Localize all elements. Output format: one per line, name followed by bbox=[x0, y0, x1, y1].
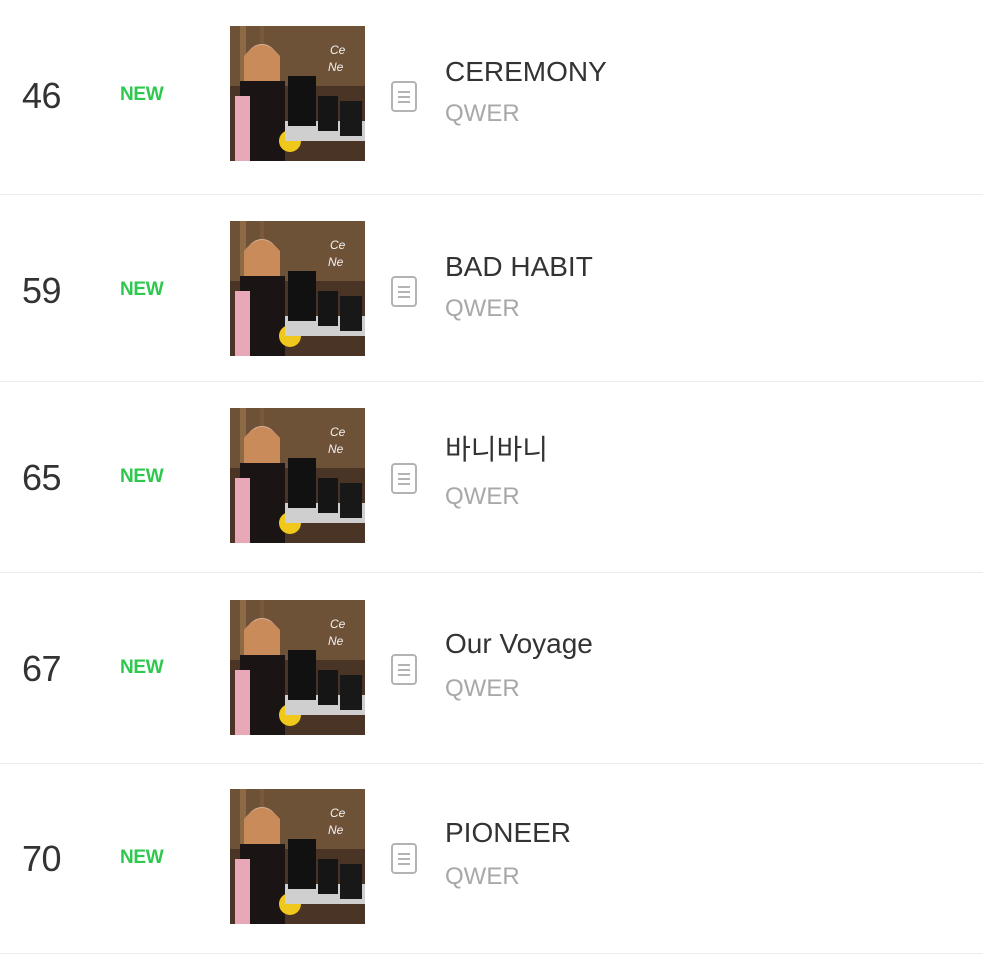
artist-name[interactable]: QWER bbox=[445, 675, 520, 703]
rank-number: 59 bbox=[22, 270, 62, 311]
chart-list: 46 NEW Ce Ne CEREMONY QWER 59 NEW Ce Ne … bbox=[0, 0, 983, 957]
artist-name[interactable]: QWER bbox=[445, 295, 520, 323]
song-title[interactable]: 바니바니 bbox=[445, 434, 548, 466]
artist-name[interactable]: QWER bbox=[445, 483, 520, 511]
new-badge: NEW bbox=[120, 466, 164, 487]
artist-name[interactable]: QWER bbox=[445, 100, 520, 128]
lyrics-info-icon[interactable] bbox=[391, 654, 417, 685]
song-title[interactable]: PIONEER bbox=[445, 817, 571, 849]
svg-text:Ce: Ce bbox=[330, 806, 346, 820]
lyrics-info-icon[interactable] bbox=[391, 843, 417, 874]
svg-text:Ce: Ce bbox=[330, 238, 346, 252]
lyrics-info-icon[interactable] bbox=[391, 463, 417, 494]
svg-text:Ne: Ne bbox=[328, 255, 344, 269]
new-badge: NEW bbox=[120, 657, 164, 678]
artist-name[interactable]: QWER bbox=[445, 863, 520, 891]
chart-row[interactable]: 70 NEW Ce Ne PIONEER QWER bbox=[0, 764, 983, 954]
new-badge: NEW bbox=[120, 847, 164, 868]
rank-number: 46 bbox=[22, 75, 62, 116]
album-cover[interactable]: Ce Ne bbox=[230, 26, 365, 161]
lyrics-info-icon[interactable] bbox=[391, 276, 417, 307]
song-title[interactable]: Our Voyage bbox=[445, 628, 593, 660]
rank-number: 70 bbox=[22, 838, 62, 879]
song-title[interactable]: CEREMONY bbox=[445, 56, 607, 88]
rank-number: 65 bbox=[22, 457, 62, 498]
chart-row[interactable]: 65 NEW Ce Ne 바니바니 QWER bbox=[0, 382, 983, 573]
rank-number: 67 bbox=[22, 648, 62, 689]
chart-row[interactable]: 59 NEW Ce Ne BAD HABIT QWER bbox=[0, 195, 983, 382]
album-cover[interactable]: Ce Ne bbox=[230, 221, 365, 356]
svg-text:Ce: Ce bbox=[330, 43, 346, 57]
album-cover[interactable]: Ce Ne bbox=[230, 789, 365, 924]
album-cover[interactable]: Ce Ne bbox=[230, 600, 365, 735]
svg-text:Ce: Ce bbox=[330, 425, 346, 439]
svg-text:Ne: Ne bbox=[328, 634, 344, 648]
svg-text:Ce: Ce bbox=[330, 617, 346, 631]
song-title[interactable]: BAD HABIT bbox=[445, 251, 593, 283]
chart-row[interactable]: 46 NEW Ce Ne CEREMONY QWER bbox=[0, 0, 983, 195]
new-badge: NEW bbox=[120, 279, 164, 300]
album-cover[interactable]: Ce Ne bbox=[230, 408, 365, 543]
svg-text:Ne: Ne bbox=[328, 60, 344, 74]
lyrics-info-icon[interactable] bbox=[391, 81, 417, 112]
svg-text:Ne: Ne bbox=[328, 442, 344, 456]
chart-row[interactable]: 67 NEW Ce Ne Our Voyage QWER bbox=[0, 573, 983, 764]
new-badge: NEW bbox=[120, 84, 164, 105]
svg-text:Ne: Ne bbox=[328, 823, 344, 837]
